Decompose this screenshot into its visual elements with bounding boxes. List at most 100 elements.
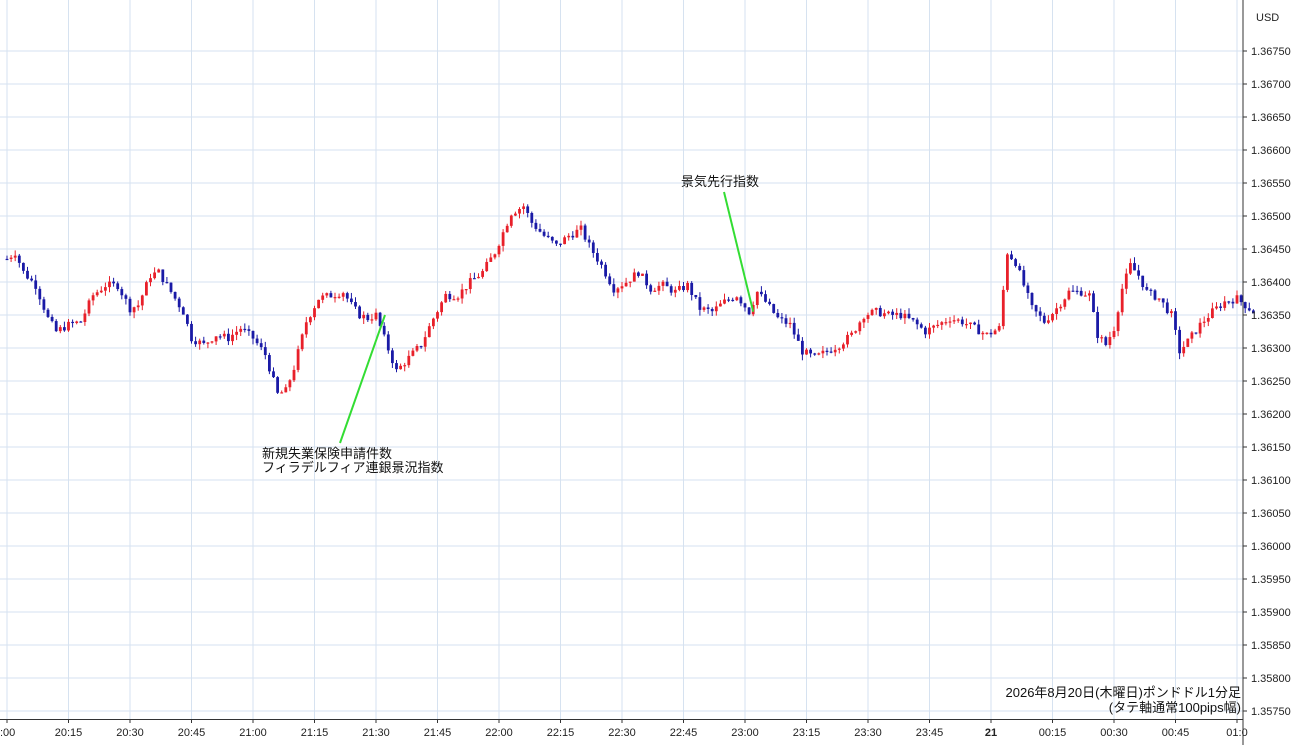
candle-body [591, 242, 595, 253]
candle-body [1243, 302, 1247, 309]
candle-body [5, 258, 9, 261]
x-tick-label: 23:30 [854, 727, 882, 739]
candle-body [583, 225, 587, 240]
candle-body [95, 292, 99, 296]
candle-body [731, 299, 735, 302]
candle-body [518, 208, 521, 214]
y-tick-label: 1.36200 [1251, 409, 1291, 421]
candle-body [104, 287, 107, 291]
candle-body [1079, 290, 1083, 296]
candle-body [1194, 332, 1198, 334]
candle-body [329, 293, 333, 298]
x-tick-label: 00:30 [1100, 727, 1128, 739]
x-tick-label: 00:45 [1162, 727, 1190, 739]
currency-label[interactable]: USD [1256, 12, 1279, 24]
candle-body [358, 306, 361, 319]
candle-body [1198, 322, 1202, 334]
x-tick-label: 22:45 [670, 727, 698, 739]
candle-body [919, 324, 923, 328]
candle-body [399, 365, 402, 370]
candle-body [862, 318, 866, 323]
candle-body [1088, 293, 1091, 296]
candle-body [313, 308, 316, 318]
candle-body [423, 337, 427, 347]
candle-body [391, 350, 394, 364]
candle-body [821, 350, 825, 354]
candle-body [149, 278, 152, 283]
candle-body [1083, 295, 1087, 297]
candle-body [567, 235, 571, 238]
candle-body [1014, 259, 1017, 266]
candle-body [333, 297, 337, 299]
candle-body [218, 336, 222, 338]
candle-body [1124, 273, 1128, 289]
candle-body [1067, 290, 1071, 300]
y-tick-label: 1.35850 [1251, 640, 1291, 652]
candle-body [747, 307, 751, 315]
candle-body [140, 295, 144, 306]
candle-body [300, 334, 304, 350]
candle-body [177, 298, 181, 308]
candle-body [419, 346, 423, 348]
candle-body [612, 284, 616, 293]
candle-body [764, 294, 767, 302]
candle-body [345, 293, 349, 299]
candle-body [526, 206, 530, 213]
y-tick-label: 1.36750 [1251, 46, 1291, 58]
x-tick-label: 23:15 [793, 727, 821, 739]
candle-body [288, 380, 292, 388]
y-tick-label: 1.36500 [1251, 211, 1291, 223]
candle-body [973, 322, 976, 325]
candle-body [395, 363, 398, 370]
candle-body [850, 332, 853, 335]
candle-body [1137, 270, 1140, 276]
candle-body [710, 308, 714, 312]
candle-body [1239, 295, 1243, 303]
candle-body [411, 350, 415, 356]
candle-body [1215, 306, 1218, 309]
y-tick-label: 1.36550 [1251, 178, 1291, 190]
x-tick-label: 22:00 [485, 727, 513, 739]
candle-body [116, 283, 120, 290]
candle-body [981, 332, 985, 335]
candle-body [108, 281, 111, 288]
candle-body [452, 299, 456, 301]
candle-body [67, 321, 70, 331]
candle-body [169, 282, 173, 292]
candle-body [444, 293, 448, 303]
candle-body [38, 288, 42, 300]
candle-body [468, 278, 472, 290]
annotation-label: 景気先行指数 [681, 174, 759, 189]
candle-body [641, 273, 644, 276]
candle-body [83, 313, 87, 322]
candle-body [489, 257, 493, 262]
candle-body [665, 281, 669, 287]
x-tick-label: 23:45 [916, 727, 944, 739]
candle-body [706, 307, 710, 309]
candle-body [686, 282, 689, 291]
candle-body [550, 236, 554, 241]
candle-body [772, 304, 776, 313]
candle-body [608, 276, 612, 285]
candle-body [91, 295, 95, 301]
candle-body [485, 261, 489, 272]
x-tick-label: 00:15 [1039, 727, 1067, 739]
candle-body [1006, 254, 1009, 290]
candle-body [1174, 311, 1177, 330]
candle-body [887, 311, 890, 314]
candle-body [682, 285, 685, 291]
candle-body [780, 317, 784, 319]
candle-body [702, 307, 706, 310]
candle-body [354, 302, 357, 307]
candle-body [854, 331, 858, 333]
x-tick-label: 21 [985, 727, 997, 739]
candle-body [1018, 265, 1022, 271]
candle-body [1145, 287, 1149, 290]
candle-body [157, 269, 161, 273]
candle-body [542, 231, 546, 236]
y-tick-label: 1.35950 [1251, 574, 1291, 586]
y-tick-label: 1.36150 [1251, 442, 1291, 454]
candle-body [75, 321, 79, 323]
candle-body [87, 300, 91, 314]
candle-body [866, 315, 870, 319]
